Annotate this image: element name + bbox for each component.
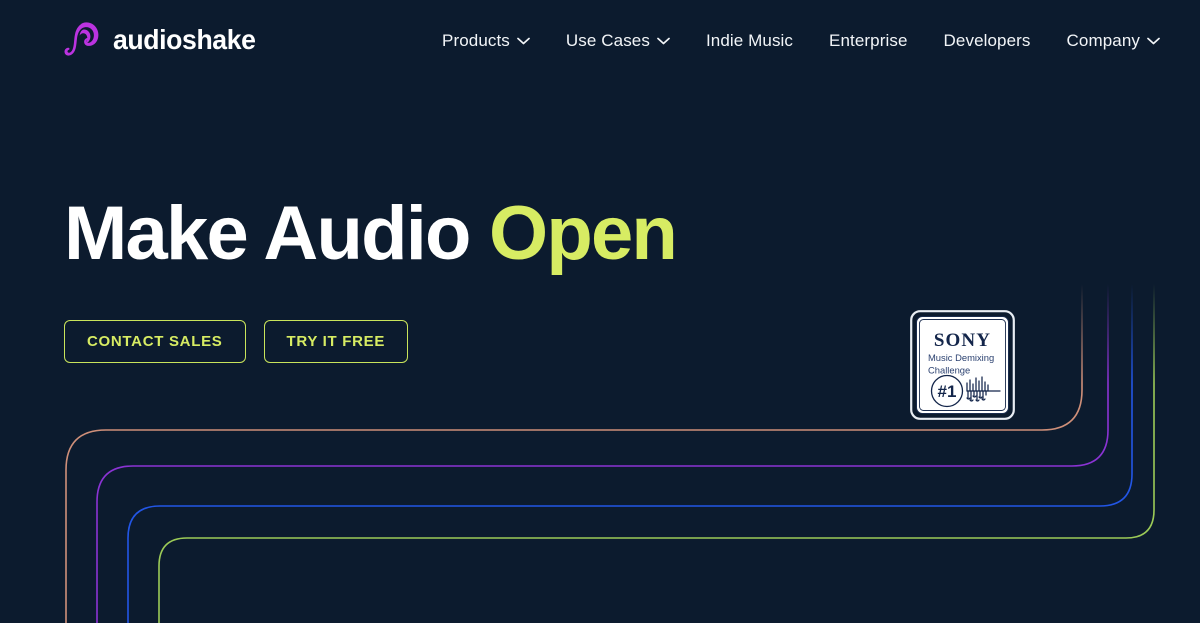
headline-accent: Open: [489, 191, 678, 276]
nav-item-label: Developers: [943, 30, 1031, 50]
badge-graphic: SONY Music Demixing Challenge #1: [910, 310, 1015, 420]
chevron-down-icon: [1147, 37, 1160, 45]
brand-name: audioshake: [113, 24, 256, 55]
badge-brand: SONY: [934, 330, 991, 351]
audioshake-arc-logo-icon: [64, 22, 99, 56]
nav-item-developers[interactable]: Developers: [926, 20, 1049, 60]
cta-button-row: CONTACT SALES TRY IT FREE: [64, 320, 409, 363]
nav-item-label: Products: [442, 30, 510, 50]
contact-sales-button[interactable]: CONTACT SALES: [64, 320, 246, 363]
nav-item-label: Company: [1066, 30, 1140, 50]
nav-item-enterprise[interactable]: Enterprise: [811, 20, 925, 60]
nav-item-label: Enterprise: [829, 30, 908, 50]
landing-page: audioshake Products Use Cases Indie Musi…: [0, 0, 1200, 623]
nav-item-company[interactable]: Company: [1049, 20, 1178, 60]
badge-line2: Challenge: [928, 365, 970, 376]
sony-demixing-challenge-badge: SONY Music Demixing Challenge #1: [910, 310, 1015, 420]
page-title: Make Audio Open: [64, 196, 678, 272]
chevron-down-icon: [657, 37, 670, 45]
nav-item-use-cases[interactable]: Use Cases: [548, 20, 688, 60]
badge-rank: #1: [938, 382, 957, 401]
decorative-curves: [65, 283, 1155, 623]
headline-main: Make Audio: [64, 191, 489, 276]
brand-logo[interactable]: audioshake: [64, 19, 263, 61]
chevron-down-icon: [517, 37, 530, 45]
nav-item-label: Indie Music: [705, 30, 794, 50]
nav-item-label: Use Cases: [565, 30, 650, 50]
nav-item-indie-music[interactable]: Indie Music: [688, 20, 811, 60]
badge-line1: Music Demixing: [928, 352, 994, 363]
try-it-free-button[interactable]: TRY IT FREE: [263, 320, 409, 363]
hero-section: Make Audio Open: [64, 196, 678, 272]
main-navigation: Products Use Cases Indie Music Enterpris…: [424, 0, 1178, 80]
site-header: audioshake Products Use Cases Indie Musi…: [0, 0, 1200, 80]
nav-item-products[interactable]: Products: [424, 20, 548, 60]
